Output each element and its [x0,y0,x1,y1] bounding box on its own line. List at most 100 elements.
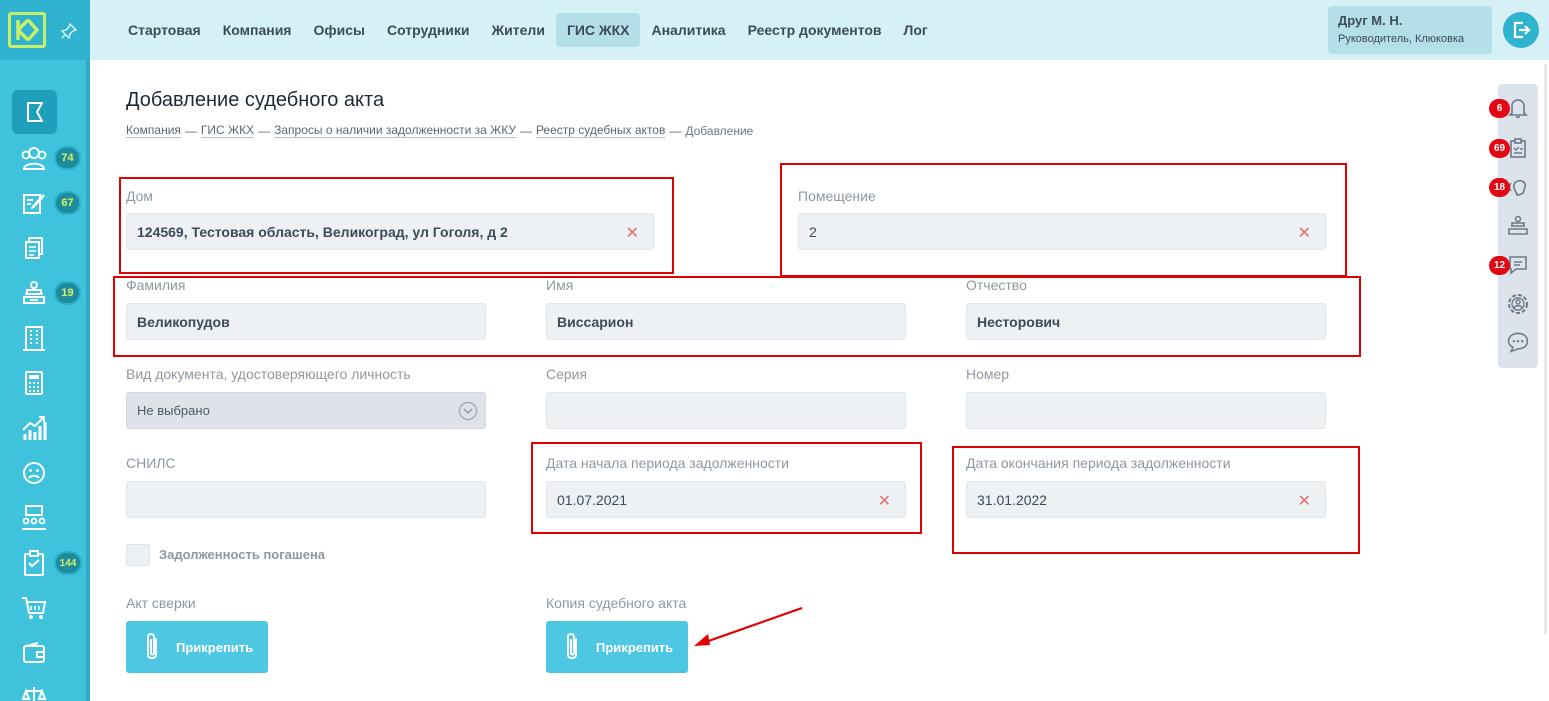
sidebar-item-analytics[interactable] [18,412,50,444]
menu-offices[interactable]: Офисы [302,13,376,47]
house-label: Дом [126,188,154,204]
house-value: 124569, Тестовая область, Великоград, ул… [137,223,508,240]
breadcrumb-gis[interactable]: ГИС ЖКХ [200,123,255,138]
sad-face-icon [23,462,45,484]
last-name-label: Фамилия [126,277,186,293]
tasks-tool-button[interactable]: 69 [1489,136,1530,160]
first-name-field[interactable]: Виссарион [546,303,906,340]
wallet-icon [23,642,45,663]
attach-reconciliation-button[interactable]: Прикрепить [126,621,268,673]
house-field[interactable]: 124569, Тестовая область, Великоград, ул… [126,213,654,250]
messages-button[interactable]: 12 [1489,253,1530,277]
tools-panel: 6 69 18 12 [1489,84,1538,368]
scales-icon [21,687,47,701]
notifications-button[interactable]: 6 [1489,96,1530,120]
sidebar-item-meetings[interactable] [18,502,50,534]
room-clear-icon[interactable]: ✕ [1298,223,1311,243]
breadcrumb-court-registry[interactable]: Реестр судебных актов [535,123,666,138]
sidebar-item-reception[interactable] [18,277,50,309]
cart-icon [22,597,47,619]
patronymic-field[interactable]: Несторович [966,303,1326,340]
date-end-clear-icon[interactable]: ✕ [1298,491,1311,511]
series-label: Серия [546,366,588,382]
user-profile[interactable]: Друг М. Н. Руководитель, Клюковка [1328,6,1492,54]
attach-court-copy-label: Прикрепить [596,639,674,655]
menu-documents-registry[interactable]: Реестр документов [737,13,893,47]
date-end-value: 31.01.2022 [977,491,1048,508]
bell-icon [1508,99,1528,118]
documents-icon [25,237,43,259]
breadcrumb-separator: — [669,123,682,138]
sidebar-item-calculator[interactable] [18,367,50,399]
sidebar-item-shop[interactable] [18,592,50,624]
menu-start[interactable]: Стартовая [117,13,212,47]
sidebar-item-home[interactable] [12,90,57,134]
menu-gis-zhkh[interactable]: ГИС ЖКХ [555,13,641,47]
pin-icon[interactable] [60,22,78,40]
reception-tool-button[interactable] [1506,214,1530,238]
sidebar-item-residents[interactable] [18,142,50,174]
logout-button[interactable] [1503,12,1539,48]
date-start-field[interactable]: 01.07.2021 ✕ [546,481,906,518]
voice-call-icon [1508,179,1527,196]
series-field[interactable] [546,392,906,429]
date-start-label: Дата начала периода задолженности [546,455,789,471]
sidebar-item-complaints[interactable] [18,457,50,489]
clipboard-icon [1510,138,1526,158]
menu-company[interactable]: Компания [212,13,303,47]
sidebar-item-wallet[interactable] [18,637,50,669]
breadcrumb: Компания — ГИС ЖКХ — Запросы о наличии з… [126,123,753,138]
menu-employees[interactable]: Сотрудники [376,13,481,47]
paperclip-icon [567,633,577,659]
user-role: Руководитель, Клюковка [1338,33,1465,45]
debt-paid-label[interactable]: Задолженность погашена [159,547,325,562]
house-clear-icon[interactable]: ✕ [626,223,639,243]
main-menu: Стартовая Компания Офисы Сотрудники Жите… [117,13,939,47]
logout-icon [1513,21,1531,39]
calls-button[interactable]: 18 [1489,175,1530,199]
debt-paid-checkbox[interactable] [126,544,150,566]
date-end-label: Дата окончания периода задолженности [966,455,1231,471]
logo-area [0,0,90,60]
patronymic-value: Несторович [977,313,1061,330]
calculator-icon [25,371,43,395]
message-icon [1509,256,1527,275]
date-end-field[interactable]: 31.01.2022 ✕ [966,481,1326,518]
first-name-value: Виссарион [557,313,634,330]
sidebar-item-legal[interactable] [18,680,50,701]
sidebar-item-requests[interactable] [18,187,50,219]
reconciliation-label: Акт сверки [126,595,196,611]
settings-button[interactable] [1506,292,1530,316]
menu-analytics[interactable]: Аналитика [640,13,736,47]
sidebar-item-tasks[interactable] [18,547,50,579]
menu-log[interactable]: Лог [893,13,939,47]
room-value: 2 [809,223,817,240]
breadcrumb-company[interactable]: Компания [126,123,181,138]
attach-court-copy-button[interactable]: Прикрепить [546,621,688,673]
date-start-value: 01.07.2021 [557,491,628,508]
date-start-clear-icon[interactable]: ✕ [878,491,891,511]
reception-icon [23,281,45,304]
chart-growth-icon [22,416,47,440]
app-logo[interactable] [8,12,46,48]
user-name: Друг М. Н. [1338,13,1403,28]
number-field[interactable] [966,392,1326,429]
chat-button[interactable] [1506,330,1530,354]
last-name-field[interactable]: Великопудов [126,303,486,340]
tasks-badge: 144 [54,551,82,575]
snils-field[interactable] [126,481,486,518]
patronymic-label: Отчество [966,277,1027,293]
snils-label: СНИЛС [126,455,176,471]
scrollbar[interactable] [1544,64,1547,634]
sidebar-item-documents[interactable] [18,232,50,264]
user-settings-icon [1508,294,1528,314]
sidebar-item-buildings[interactable] [18,322,50,354]
notifications-badge: 6 [1489,99,1510,118]
clipboard-check-icon [24,550,44,576]
doc-type-select[interactable]: Не выбрано [126,392,486,429]
breadcrumb-debt-requests[interactable]: Запросы о наличии задолженности за ЖКУ [274,123,516,138]
room-field[interactable]: 2 ✕ [798,213,1326,250]
building-icon [23,326,45,351]
menu-residents[interactable]: Жители [481,13,556,47]
chat-icon [1507,332,1529,353]
